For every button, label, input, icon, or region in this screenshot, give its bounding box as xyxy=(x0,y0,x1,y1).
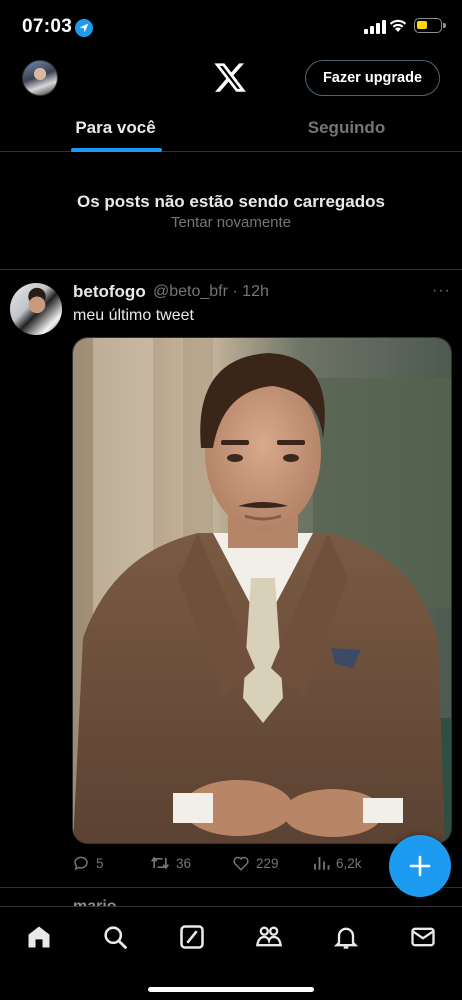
communities-icon[interactable] xyxy=(255,923,283,951)
like-count: 229 xyxy=(256,855,279,871)
tweet-actions: 5 36 229 6,2k xyxy=(72,852,392,874)
location-arrow-icon xyxy=(75,19,93,37)
tweet-text: meu último tweet xyxy=(73,307,194,324)
reply-button[interactable]: 5 xyxy=(72,852,104,874)
home-indicator xyxy=(148,987,314,992)
retweet-count: 36 xyxy=(176,855,192,871)
load-error-panel: Os posts não estão sendo carregados Tent… xyxy=(0,152,462,270)
tweet[interactable]: betofogo @beto_bfr · 12h ··· meu último … xyxy=(0,270,462,888)
upgrade-button[interactable]: Fazer upgrade xyxy=(305,60,440,96)
battery-level-fill xyxy=(417,21,427,29)
heart-icon xyxy=(233,856,249,871)
reply-count: 5 xyxy=(96,855,104,871)
x-logo-icon[interactable] xyxy=(214,63,246,98)
notifications-icon[interactable] xyxy=(332,923,360,951)
more-options-icon[interactable]: ··· xyxy=(432,282,451,300)
tweet-author-name[interactable]: betofogo xyxy=(73,282,146,302)
tweet-image[interactable] xyxy=(72,337,452,844)
wifi-icon xyxy=(388,17,408,38)
status-time: 07:03 xyxy=(22,16,73,37)
battery-icon xyxy=(414,18,446,33)
tab-following[interactable]: Seguindo xyxy=(231,104,462,152)
cellular-signal-icon xyxy=(364,20,386,34)
views-button[interactable]: 6,2k xyxy=(312,852,362,874)
grok-icon[interactable] xyxy=(178,923,206,951)
compose-button[interactable] xyxy=(389,835,451,897)
tab-for-you[interactable]: Para você xyxy=(0,104,231,152)
reply-icon xyxy=(74,856,88,871)
like-button[interactable]: 229 xyxy=(232,852,279,874)
load-error-title: Os posts não estão sendo carregados xyxy=(77,192,385,211)
views-icon xyxy=(314,857,330,870)
search-icon[interactable] xyxy=(101,923,129,951)
retweet-icon xyxy=(151,856,169,870)
retweet-button[interactable]: 36 xyxy=(150,852,191,874)
bottom-nav xyxy=(0,906,462,1000)
status-bar: 07:03 xyxy=(0,0,462,54)
tweet-author-avatar[interactable] xyxy=(10,283,62,335)
messages-icon[interactable] xyxy=(409,923,437,951)
home-icon[interactable] xyxy=(25,923,53,951)
plus-icon xyxy=(409,855,431,877)
top-header: Fazer upgrade xyxy=(0,54,462,104)
profile-avatar[interactable] xyxy=(22,60,58,96)
timeline-tabs: Para você Seguindo xyxy=(0,104,462,152)
tweet-author-handle-time: @beto_bfr · 12h xyxy=(153,283,269,300)
retry-link[interactable]: Tentar novamente xyxy=(0,214,462,231)
views-count: 6,2k xyxy=(336,855,362,871)
